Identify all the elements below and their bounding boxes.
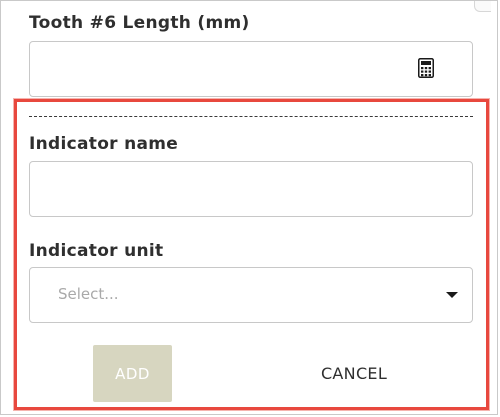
indicator-name-input[interactable]	[29, 161, 473, 217]
form-panel: Tooth #6 Length (mm) Indicator name Indi…	[0, 0, 498, 415]
dashed-divider	[29, 116, 473, 117]
calculator-icon[interactable]	[418, 58, 434, 78]
cancel-button[interactable]: CANCEL	[301, 353, 407, 393]
tooth-length-input[interactable]	[29, 41, 473, 97]
select-placeholder: Select...	[58, 285, 119, 303]
chevron-down-icon	[446, 292, 458, 298]
indicator-unit-label: Indicator unit	[29, 241, 164, 261]
tooth-length-label: Tooth #6 Length (mm)	[29, 13, 250, 33]
indicator-unit-select[interactable]: Select...	[29, 267, 473, 323]
scroll-edge	[474, 1, 491, 12]
add-button[interactable]: ADD	[93, 345, 172, 402]
indicator-name-label: Indicator name	[29, 134, 179, 154]
